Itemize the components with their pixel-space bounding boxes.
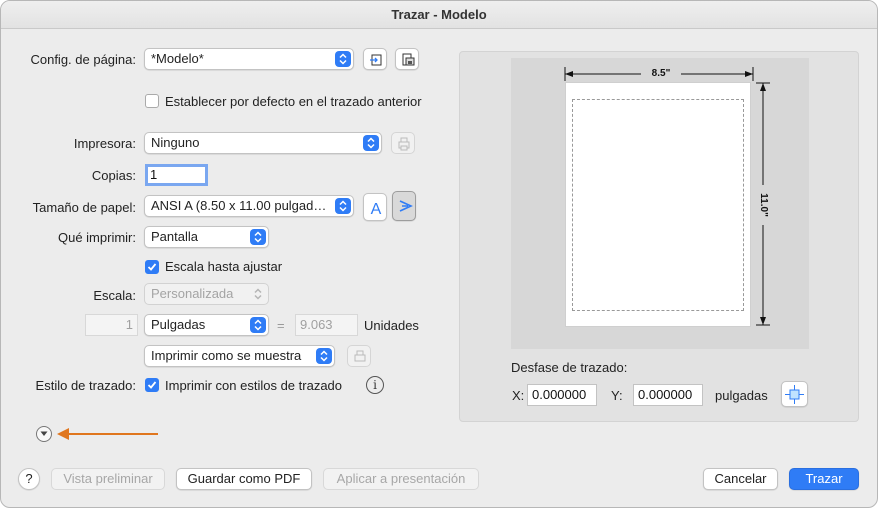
- paper-size-select[interactable]: ANSI A (8.50 x 11.00 pulgadas): [144, 195, 354, 217]
- chevron-updown-icon: [316, 348, 332, 364]
- chevron-updown-icon: [250, 229, 266, 245]
- scale-select[interactable]: Personalizada: [144, 283, 269, 305]
- page-setup-select[interactable]: *Modelo*: [144, 48, 354, 70]
- paper-size-label: Tamaño de papel:: [32, 200, 136, 215]
- plot-style-label: Estilo de trazado:: [35, 378, 136, 393]
- copies-input[interactable]: 1: [145, 164, 208, 186]
- what-to-print-select[interactable]: Pantalla: [144, 226, 269, 248]
- chevron-updown-icon: [250, 317, 266, 333]
- offset-y-label: Y:: [611, 388, 623, 403]
- portrait-icon: A: [371, 201, 382, 218]
- plot-styles-checkbox[interactable]: [145, 378, 159, 392]
- import-page-setup-button[interactable]: [363, 48, 387, 70]
- fit-to-scale-checkbox[interactable]: [145, 260, 159, 274]
- printer-select[interactable]: Ninguno: [144, 132, 382, 154]
- plot-styles-checkbox-label: Imprimir con estilos de trazado: [165, 378, 343, 393]
- default-previous-plot-checkbox[interactable]: [145, 94, 159, 108]
- plot-button[interactable]: Trazar: [789, 468, 859, 490]
- page-setup-label: Config. de página:: [30, 52, 136, 67]
- page-setup-manager-button[interactable]: [395, 48, 419, 70]
- shade-plot-select[interactable]: Imprimir como se muestra: [144, 345, 335, 367]
- import-icon: [370, 54, 382, 66]
- chevron-updown-icon: [335, 198, 351, 214]
- printer-label: Impresora:: [73, 136, 136, 151]
- printable-area: [572, 99, 744, 311]
- offset-units-label: pulgadas: [715, 388, 768, 403]
- paper-width-label: 8.5": [641, 68, 681, 80]
- scale-numerator-input[interactable]: 1: [85, 314, 138, 336]
- chevron-updown-icon: [335, 51, 351, 67]
- scale-denominator-input[interactable]: 9.063: [295, 314, 358, 336]
- apply-to-layout-button[interactable]: Aplicar a presentación: [323, 468, 479, 490]
- scale-units-select[interactable]: Pulgadas: [144, 314, 269, 336]
- equals-sign: =: [277, 318, 285, 333]
- checkmark-icon: [147, 381, 157, 389]
- landscape-orientation-button[interactable]: [392, 191, 416, 221]
- chevron-updown-icon: [250, 286, 266, 302]
- window-title: Trazar - Modelo: [1, 1, 877, 29]
- info-icon[interactable]: i: [366, 376, 384, 394]
- checkmark-icon: [147, 263, 157, 271]
- copies-label: Copias:: [91, 168, 136, 183]
- paper-size-value: ANSI A (8.50 x 11.00 pulgadas): [151, 198, 332, 213]
- what-to-print-value: Pantalla: [151, 229, 198, 244]
- expand-options-button[interactable]: [36, 426, 52, 442]
- svg-text:A: A: [371, 201, 382, 218]
- fit-to-scale-label: Escala hasta ajustar: [165, 259, 283, 274]
- page-setup-value: *Modelo*: [151, 51, 204, 66]
- landscape-icon: [399, 200, 413, 212]
- page-setup-manager-icon: [402, 53, 415, 66]
- printer-properties-icon: [398, 137, 410, 151]
- offset-x-input[interactable]: 0.000000: [527, 384, 597, 406]
- center-plot-button[interactable]: [781, 381, 808, 407]
- printer-value: Ninguno: [151, 135, 200, 150]
- paper-height-label: 11.0": [757, 185, 769, 225]
- printer-properties-button[interactable]: [391, 132, 415, 154]
- center-plot-icon: [785, 385, 804, 404]
- printer-icon: [354, 350, 366, 362]
- help-button[interactable]: ?: [18, 468, 40, 490]
- plot-offset-label: Desfase de trazado:: [511, 360, 628, 375]
- plot-dialog: Trazar - Modelo Config. de página: *Mode…: [0, 0, 878, 508]
- chevron-updown-icon: [363, 135, 379, 151]
- preview-button[interactable]: Vista preliminar: [51, 468, 165, 490]
- offset-x-label: X:: [512, 388, 525, 403]
- chevron-down-icon: [40, 431, 48, 436]
- portrait-orientation-button[interactable]: A: [363, 193, 387, 221]
- default-previous-plot-label: Establecer por defecto en el trazado ant…: [165, 94, 422, 109]
- what-to-print-label: Qué imprimir:: [57, 230, 136, 245]
- shade-plot-options-button[interactable]: [347, 345, 371, 367]
- cancel-button[interactable]: Cancelar: [703, 468, 778, 490]
- scale-units-label: Unidades: [364, 318, 419, 333]
- scale-value: Personalizada: [151, 286, 234, 301]
- save-as-pdf-button[interactable]: Guardar como PDF: [176, 468, 312, 490]
- scale-label: Escala:: [93, 288, 136, 303]
- offset-y-input[interactable]: 0.000000: [633, 384, 703, 406]
- scale-units-value: Pulgadas: [151, 317, 206, 332]
- callout-arrow-icon: [57, 428, 158, 440]
- shade-plot-value: Imprimir como se muestra: [151, 348, 302, 363]
